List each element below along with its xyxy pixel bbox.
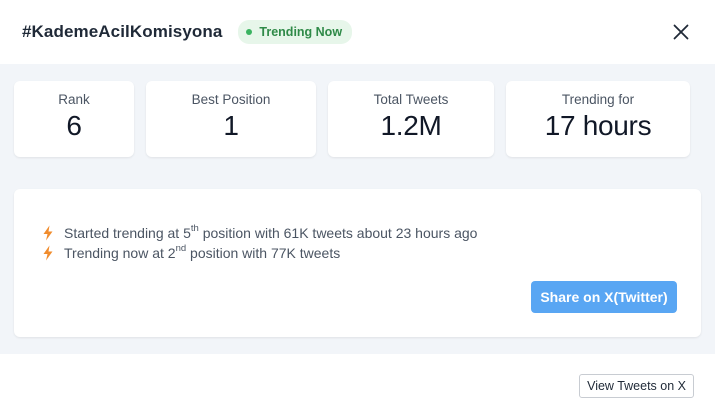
history-text: Started trending at 5th position with 61… [64, 223, 478, 241]
stat-label-rank: Rank [58, 92, 90, 107]
trend-details-modal: #KademeAcilKomisyona Trending Now Rank 6… [0, 0, 715, 419]
close-button[interactable] [669, 20, 693, 44]
stats-row: Rank 6 Best Position 1 Total Tweets 1.2M… [14, 81, 701, 157]
lightning-icon [42, 245, 54, 261]
stat-card-trending-for: Trending for 17 hours [506, 81, 690, 157]
view-tweets-button[interactable]: View Tweets on X [579, 374, 694, 398]
history-text: Trending now at 2nd position with 77K tw… [64, 243, 341, 261]
stat-label-trending-for: Trending for [561, 92, 635, 107]
stat-value-rank: 6 [66, 110, 82, 141]
stat-value-trending-for: 17 hours [544, 110, 652, 141]
share-on-x-button[interactable]: Share on X(Twitter) [531, 281, 677, 313]
history-line-started: Started trending at 5th position with 61… [42, 223, 701, 243]
close-icon [673, 24, 689, 40]
modal-body: Rank 6 Best Position 1 Total Tweets 1.2M… [0, 64, 715, 354]
modal-footer: View Tweets on X [0, 354, 715, 419]
lightning-icon [42, 225, 54, 241]
stat-card-total-tweets: Total Tweets 1.2M [328, 81, 494, 157]
modal-header: #KademeAcilKomisyona Trending Now [0, 0, 715, 64]
hashtag-title: #KademeAcilKomisyona [22, 22, 223, 41]
badge-label: Trending Now [259, 25, 343, 39]
stat-card-best-position: Best Position 1 [146, 81, 316, 157]
stat-card-rank: Rank 6 [14, 81, 134, 157]
stat-value-best-position: 1 [223, 110, 239, 141]
status-dot-icon [246, 29, 253, 35]
stat-label-total-tweets: Total Tweets [373, 92, 449, 107]
stat-label-best-position: Best Position [191, 92, 271, 107]
trend-history-card: Started trending at 5th position with 61… [14, 189, 701, 337]
history-line-now: Trending now at 2nd position with 77K tw… [42, 243, 701, 263]
stat-value-total-tweets: 1.2M [380, 110, 442, 141]
trending-now-badge: Trending Now [238, 20, 353, 44]
